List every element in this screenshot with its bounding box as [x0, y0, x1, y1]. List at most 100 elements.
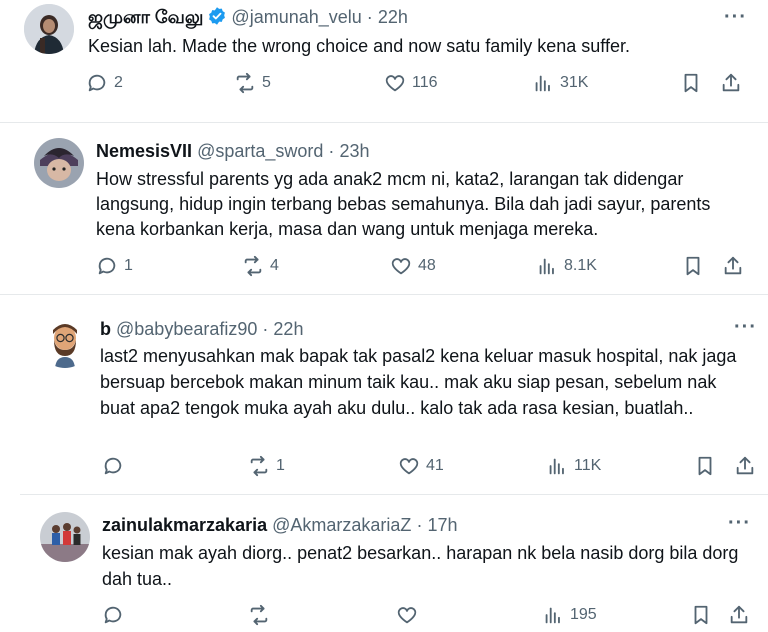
action-bar: 2 5 116 31K — [0, 72, 768, 100]
author-handle[interactable]: @sparta_sword — [197, 141, 323, 161]
repost-icon — [242, 255, 264, 277]
bookmark-button[interactable] — [694, 455, 716, 477]
reply-icon — [102, 455, 124, 477]
repost-icon — [248, 604, 270, 626]
share-icon — [722, 255, 744, 277]
divider — [20, 494, 768, 495]
bookmark-icon — [690, 604, 712, 626]
separator-dot: · — [262, 319, 269, 339]
more-options-icon[interactable]: ··· — [728, 513, 751, 533]
repost-count: 4 — [270, 257, 279, 274]
heart-icon — [384, 72, 406, 94]
separator-dot: · — [328, 141, 335, 161]
avatar-photo — [40, 512, 90, 562]
share-button[interactable] — [734, 455, 756, 477]
tweet-text: How stressful parents yg ada anak2 mcm n… — [96, 169, 711, 239]
reply-count: 1 — [124, 257, 133, 274]
views-button[interactable]: 11K — [546, 455, 601, 477]
tweet-3[interactable]: b @babybearafiz90 · 22h ··· last2 menyus… — [0, 296, 768, 492]
bookmark-button[interactable] — [690, 604, 712, 626]
action-bar: 1 4 48 8.1K — [0, 255, 768, 283]
views-icon — [546, 455, 568, 477]
avatar-memoji — [40, 318, 90, 368]
heart-icon — [390, 255, 412, 277]
tweet-text: last2 menyusahkan mak bapak tak pasal2 k… — [100, 346, 737, 418]
author-name[interactable]: NemesisVII — [96, 141, 192, 161]
heart-icon — [396, 604, 418, 626]
like-button[interactable] — [396, 604, 424, 626]
views-icon — [532, 72, 554, 94]
repost-button[interactable]: 1 — [248, 455, 285, 477]
like-button[interactable]: 116 — [384, 72, 438, 94]
avatar[interactable] — [34, 138, 84, 188]
share-button[interactable] — [722, 255, 744, 277]
avatar[interactable] — [24, 4, 74, 54]
bookmark-button[interactable] — [680, 72, 702, 94]
timestamp[interactable]: 23h — [339, 141, 369, 161]
divider — [0, 294, 768, 295]
avatar[interactable] — [40, 318, 90, 368]
action-bar: 1 41 11K — [0, 455, 768, 483]
reply-icon — [96, 255, 118, 277]
separator-dot: · — [416, 515, 423, 535]
bookmark-button[interactable] — [682, 255, 704, 277]
more-options-icon[interactable]: ··· — [734, 317, 757, 337]
divider — [0, 122, 768, 123]
views-button[interactable]: 195 — [542, 604, 597, 626]
avatar-photo — [34, 138, 84, 188]
share-icon — [728, 604, 750, 626]
like-count: 48 — [418, 257, 436, 274]
avatar-photo — [24, 4, 74, 54]
tweet-header: b @babybearafiz90 · 22h — [100, 317, 303, 341]
repost-button[interactable]: 4 — [242, 255, 279, 277]
action-bar: 195 — [0, 604, 768, 632]
bookmark-icon — [694, 455, 716, 477]
reply-button[interactable] — [102, 604, 130, 626]
author-name[interactable]: zainulakmarzakaria — [102, 515, 267, 535]
like-button[interactable]: 48 — [390, 255, 436, 277]
view-count: 195 — [570, 606, 597, 623]
separator-dot: · — [366, 7, 373, 27]
tweet-2[interactable]: NemesisVII @sparta_sword · 23h How stres… — [0, 124, 768, 290]
tweet-4[interactable]: zainulakmarzakaria @AkmarzakariaZ · 17h … — [0, 496, 768, 632]
repost-icon — [234, 72, 256, 94]
avatar[interactable] — [40, 512, 90, 562]
tweet-header: NemesisVII @sparta_sword · 23h — [96, 139, 369, 163]
share-button[interactable] — [720, 72, 742, 94]
more-options-icon[interactable]: ··· — [724, 7, 747, 27]
tweet-text: Kesian lah. Made the wrong choice and no… — [88, 36, 630, 56]
reply-icon — [102, 604, 124, 626]
tweet-header: zainulakmarzakaria @AkmarzakariaZ · 17h — [102, 513, 458, 537]
author-handle[interactable]: @jamunah_velu — [231, 7, 361, 27]
views-icon — [536, 255, 558, 277]
views-button[interactable]: 8.1K — [536, 255, 597, 277]
timestamp[interactable]: 22h — [273, 319, 303, 339]
tweet-text: kesian mak ayah diorg.. penat2 besarkan.… — [102, 543, 739, 589]
like-button[interactable]: 41 — [398, 455, 444, 477]
tweet-1[interactable]: ஜமுனா வேலு @jamunah_velu · 22h ··· Kesian… — [0, 0, 768, 112]
share-button[interactable] — [728, 604, 750, 626]
share-icon — [734, 455, 756, 477]
tweet-header: ஜமுனா வேலு @jamunah_velu · 22h — [88, 5, 408, 29]
author-handle[interactable]: @AkmarzakariaZ — [272, 515, 411, 535]
reply-button[interactable]: 1 — [96, 255, 133, 277]
repost-count: 5 — [262, 74, 271, 91]
verified-badge-icon — [209, 7, 226, 25]
reply-count: 2 — [114, 74, 123, 91]
timestamp[interactable]: 17h — [427, 515, 457, 535]
author-name[interactable]: b — [100, 319, 111, 339]
repost-button[interactable] — [248, 604, 276, 626]
view-count: 11K — [574, 457, 602, 474]
views-icon — [542, 604, 564, 626]
reply-button[interactable]: 2 — [86, 72, 123, 94]
heart-icon — [398, 455, 420, 477]
reply-button[interactable] — [102, 455, 130, 477]
views-button[interactable]: 31K — [532, 72, 588, 94]
view-count: 31K — [560, 74, 589, 91]
like-count: 41 — [426, 457, 444, 474]
repost-button[interactable]: 5 — [234, 72, 271, 94]
bookmark-icon — [682, 255, 704, 277]
timestamp[interactable]: 22h — [378, 7, 408, 27]
author-name[interactable]: ஜமுனா வேலு — [88, 7, 203, 27]
author-handle[interactable]: @babybearafiz90 — [116, 319, 257, 339]
